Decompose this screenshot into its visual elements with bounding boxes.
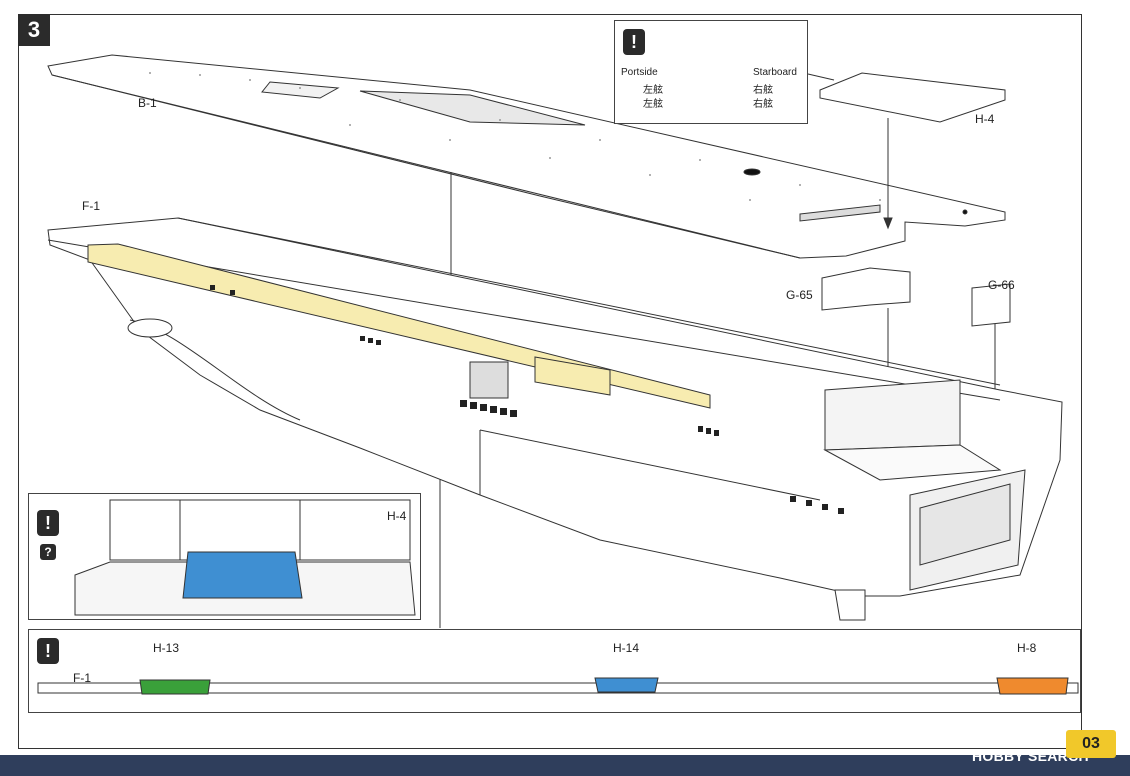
- portside-jp-label: 左舷: [643, 85, 663, 96]
- starboard-jp-label: 右舷: [753, 85, 773, 96]
- portside-jp-label-2: 左舷: [643, 99, 663, 110]
- strip-label-h13: H-13: [153, 641, 180, 655]
- strip-label-h14: H-14: [613, 641, 640, 655]
- part-label-h4: H-4: [975, 112, 995, 126]
- part-label-g66: G-66: [988, 278, 1015, 292]
- strip-label-f1: F-1: [73, 671, 91, 685]
- strip-label-h8: H-8: [1017, 641, 1037, 655]
- step-number-badge: 3: [18, 14, 50, 46]
- detail-inset: ! ? H-4: [28, 493, 421, 620]
- orientation-note: ! Portside 左舷 左舷 Starboard 右舷 右舷: [614, 20, 808, 124]
- rail-strip-note: ! F-1 H-13 H-14 H-8: [28, 629, 1081, 713]
- portside-label: Portside: [621, 67, 658, 78]
- part-label-b1: B-1: [138, 96, 157, 110]
- exclamation-icon: !: [623, 29, 645, 55]
- exclamation-icon: !: [37, 510, 59, 536]
- exclamation-icon: !: [37, 638, 59, 664]
- starboard-label: Starboard: [753, 67, 797, 78]
- starboard-jp-label-2: 右舷: [753, 99, 773, 110]
- footer-bar: [0, 755, 1130, 776]
- part-label-g65: G-65: [786, 288, 813, 302]
- page-number: 03: [1066, 730, 1116, 758]
- hull-vent-grille: [469, 361, 509, 399]
- question-icon: ?: [40, 544, 56, 560]
- part-label-f1: F-1: [82, 199, 100, 213]
- inset-part-label-h4: H-4: [387, 509, 407, 523]
